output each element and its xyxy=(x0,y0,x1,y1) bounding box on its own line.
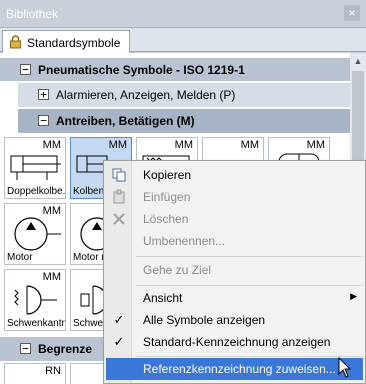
window-title: Bibliothek xyxy=(6,7,59,21)
tree-row-antreiben[interactable]: − Antreiben, Betätigen (M) xyxy=(18,109,362,133)
tab-standardsymbole[interactable]: Standardsymbole xyxy=(2,30,130,53)
mouse-cursor-icon xyxy=(338,357,352,378)
rotary-actuator-icon xyxy=(14,285,57,315)
menu-item-kopieren[interactable]: Kopieren xyxy=(106,164,363,186)
menu-item-standard-kennzeichnung[interactable]: ✓ Standard-Kennzeichnung anzeigen xyxy=(106,331,363,353)
menu-separator xyxy=(136,285,362,286)
lock-icon xyxy=(9,35,22,52)
collapse-toggle[interactable]: − xyxy=(20,343,31,354)
menu-item-label: Referenzkennzeichnung zuweisen... xyxy=(143,362,336,376)
close-button[interactable]: × xyxy=(344,5,360,21)
menu-item-umbenennen[interactable]: Umbenennen... xyxy=(106,230,363,252)
symbol-cell[interactable]: MM Motor xyxy=(4,203,66,265)
symbol-cell[interactable]: RN xyxy=(4,363,66,384)
menu-item-ansicht[interactable]: Ansicht ▶ xyxy=(106,287,363,309)
tree-row-label: Begrenze xyxy=(38,342,93,356)
menu-item-label: Ansicht xyxy=(143,291,183,305)
collapse-toggle[interactable]: − xyxy=(38,115,49,126)
tree-row-pneumatic[interactable]: − Pneumatische Symbole - ISO 1219-1 xyxy=(0,57,362,81)
menu-item-label: Alle Symbole anzeigen xyxy=(143,313,266,327)
tree-row-label: Alarmieren, Anzeigen, Melden (P) xyxy=(56,88,236,102)
check-icon: ✓ xyxy=(113,334,125,349)
symbol-label: Motor xyxy=(7,252,33,263)
menu-item-gehe-zu-ziel[interactable]: Gehe zu Ziel xyxy=(106,259,363,281)
symbol-label: Doppelkolbe... xyxy=(7,186,65,197)
context-menu: Kopieren Einfügen Löschen Umbenennen... … xyxy=(103,160,366,384)
menu-item-loeschen[interactable]: Löschen xyxy=(106,208,363,230)
tree-row-label: Pneumatische Symbole - ISO 1219-1 xyxy=(38,63,245,77)
expand-toggle[interactable]: + xyxy=(38,89,49,100)
menu-item-label: Kopieren xyxy=(143,168,192,182)
cylinder-symbol-icon xyxy=(10,155,61,180)
tab-strip: Standardsymbole xyxy=(0,28,366,53)
menu-item-referenzkennzeichnung[interactable]: Referenzkennzeichnung zuweisen... xyxy=(106,358,363,380)
menu-item-alle-symbole[interactable]: ✓ Alle Symbole anzeigen xyxy=(106,309,363,331)
tab-label: Standardsymbole xyxy=(27,36,121,50)
menu-item-label: Einfügen xyxy=(143,190,191,204)
menu-item-label: Umbenennen... xyxy=(143,234,226,248)
motor-symbol-icon xyxy=(14,217,61,251)
symbol-tag: RN xyxy=(45,365,61,377)
tree-row-alarm[interactable]: + Alarmieren, Anzeigen, Melden (P) xyxy=(18,83,362,107)
symbol-cell[interactable]: MM Doppelkolbe... xyxy=(4,137,66,199)
symbol-tag: MM xyxy=(240,139,259,151)
symbol-cell[interactable]: MM Schwenkantr... xyxy=(4,269,66,331)
menu-separator xyxy=(136,356,362,357)
scroll-up-arrow-icon[interactable]: ▲ xyxy=(350,53,366,69)
submenu-arrow-icon: ▶ xyxy=(350,291,357,301)
menu-separator xyxy=(136,256,362,257)
menu-item-label: Standard-Kennzeichnung anzeigen xyxy=(143,335,331,349)
paste-icon xyxy=(111,189,127,205)
menu-item-einfuegen[interactable]: Einfügen xyxy=(106,186,363,208)
check-icon: ✓ xyxy=(113,312,125,327)
copy-icon xyxy=(111,167,127,183)
delete-icon xyxy=(111,211,127,227)
collapse-toggle[interactable]: − xyxy=(20,64,31,75)
menu-item-label: Gehe zu Ziel xyxy=(143,263,212,277)
symbol-label: Schwenkantr... xyxy=(7,318,65,329)
menu-item-label: Löschen xyxy=(143,212,189,226)
title-bar: Bibliothek × xyxy=(0,0,366,28)
tree-row-label: Antreiben, Betätigen (M) xyxy=(56,114,195,128)
